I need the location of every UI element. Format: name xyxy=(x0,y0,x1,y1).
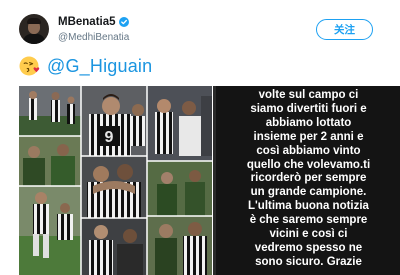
story-line: volte sul campo ci xyxy=(258,89,359,101)
story-line: vedremo spesso ne xyxy=(254,241,363,254)
story-line: siamo divertiti fuori e xyxy=(250,102,367,115)
display-name[interactable]: MBenatia5 xyxy=(58,16,116,28)
story-line: abbiamo lottato xyxy=(265,116,352,129)
story-line: vicini e così ci xyxy=(269,228,348,241)
svg-text:9: 9 xyxy=(105,129,114,146)
user-handle[interactable]: @MedhiBenatia xyxy=(58,32,129,43)
mention-link[interactable]: @G_Higuain xyxy=(47,56,152,77)
story-line: insieme per 2 anni e xyxy=(253,130,364,143)
avatar[interactable] xyxy=(19,14,49,44)
photo-collage[interactable]: 9 xyxy=(19,86,212,275)
tweet-media[interactable]: 9 volte sul campo ci siamo divertiti fuo… xyxy=(19,86,400,275)
story-line: L'ultima buona notizia xyxy=(248,200,369,213)
tweet-text: @G_Higuain xyxy=(19,53,152,79)
story-line: sono sicuro. Grazie xyxy=(255,255,362,268)
collage-image: 9 xyxy=(19,86,212,275)
follow-button[interactable]: 关注 xyxy=(316,19,373,40)
verified-badge-icon xyxy=(118,17,129,27)
story-text: volte sul campo ci siamo divertiti fuori… xyxy=(223,89,394,270)
story-line: così abbiamo vinto xyxy=(256,144,361,157)
story-line: è che saremo sempre xyxy=(249,214,368,227)
kissing-face-with-heart-emoji-icon xyxy=(19,56,40,76)
story-line: un grande campione. xyxy=(250,186,367,199)
story-line: ricorderò per sempre xyxy=(250,172,367,185)
tweet-header: MBenatia5 @MedhiBenatia 关注 xyxy=(0,0,400,48)
display-name-row[interactable]: MBenatia5 xyxy=(58,16,129,28)
story-screenshot[interactable]: volte sul campo ci siamo divertiti fuori… xyxy=(213,86,400,275)
story-line: quello che volevamo.ti xyxy=(246,158,371,171)
